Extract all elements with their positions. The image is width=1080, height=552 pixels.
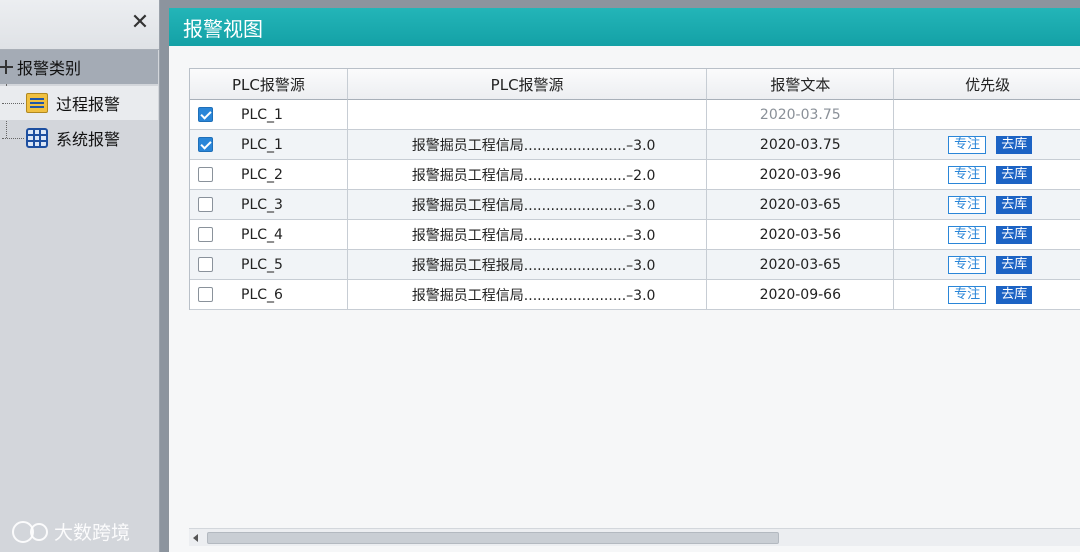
cell-date: 2020-03-96 <box>707 160 895 190</box>
cell-priority: 专注 去库 <box>894 190 1080 220</box>
source-text: PLC_2 <box>241 166 283 183</box>
cell-priority <box>894 100 1080 130</box>
source-text: PLC_5 <box>241 256 283 273</box>
cell-date: 2020-03-65 <box>707 190 895 220</box>
focus-button[interactable]: 专注 <box>948 195 987 214</box>
table-row[interactable]: PLC_4 报警掘员工程信局.......................–3.0… <box>190 220 1080 250</box>
cell-source: PLC_1 <box>190 130 348 160</box>
scrollbar-thumb[interactable] <box>207 532 779 544</box>
column-header-priority[interactable]: 优先级 <box>894 69 1080 100</box>
focus-button[interactable]: 专注 <box>948 285 987 304</box>
column-header-source-2[interactable]: PLC报警源 <box>347 69 708 100</box>
expand-plus-icon[interactable] <box>0 60 13 74</box>
tree-branch-line <box>2 137 24 139</box>
table-row[interactable]: PLC_2 报警掘员工程信局.......................–2.0… <box>190 160 1080 190</box>
watermark: 大数跨境 <box>10 518 130 545</box>
tree-item-label: 过程报警 <box>56 95 121 114</box>
title-bar: 报警视图 <box>169 8 1080 46</box>
table-row[interactable]: PLC_3 报警掘员工程信局.......................–3.0… <box>190 190 1080 220</box>
scroll-left-arrow-icon[interactable] <box>193 534 198 542</box>
tree-panel-header: ✕ <box>0 0 159 50</box>
cell-priority: 专注 去库 <box>894 130 1080 160</box>
alarm-view-panel: 报警视图 PLC报警源 PLC报警源 报警文本 优先级 PLC_1 2020-03… <box>168 8 1080 552</box>
cell-date: 2020-03-56 <box>707 220 895 250</box>
go-button[interactable]: 去库 <box>996 165 1033 184</box>
row-checkbox[interactable] <box>198 287 213 302</box>
cell-alarm-text: 报警掘员工程信局.......................–3.0 <box>347 280 708 310</box>
tree-branch-line <box>2 102 24 104</box>
cell-date: 2020-03.75 <box>707 100 895 130</box>
focus-button[interactable]: 专注 <box>948 135 987 154</box>
cell-priority: 专注 去库 <box>894 250 1080 280</box>
source-text: PLC_3 <box>241 196 283 213</box>
watermark-text: 大数跨境 <box>54 522 131 544</box>
table-header: PLC报警源 PLC报警源 报警文本 优先级 <box>190 69 1080 100</box>
row-checkbox[interactable] <box>198 257 213 272</box>
table-row[interactable]: PLC_6 报警掘员工程信局.......................–3.0… <box>190 280 1080 310</box>
cell-priority: 专注 去库 <box>894 220 1080 250</box>
cell-alarm-text: 报警掘员工程信局.......................–2.0 <box>347 160 708 190</box>
watermark-logo-icon <box>10 519 50 545</box>
focus-button[interactable]: 专注 <box>948 225 987 244</box>
table-row[interactable]: PLC_1 报警掘员工程信局.......................–3.0… <box>190 130 1080 160</box>
cell-source: PLC_3 <box>190 190 348 220</box>
source-text: PLC_1 <box>241 106 283 123</box>
tree-item-process-alarm[interactable]: 过程报警 <box>0 86 158 120</box>
horizontal-scrollbar[interactable] <box>189 528 1080 546</box>
source-text: PLC_1 <box>241 136 283 153</box>
row-checkbox[interactable] <box>198 107 213 122</box>
focus-button[interactable]: 专注 <box>948 255 987 274</box>
tree-item-system-alarm[interactable]: 系统报警 <box>0 121 158 155</box>
go-button[interactable]: 去库 <box>996 135 1033 154</box>
cell-source: PLC_1 <box>190 100 348 130</box>
cell-source: PLC_4 <box>190 220 348 250</box>
source-text: PLC_4 <box>241 226 283 243</box>
cell-source: PLC_2 <box>190 160 348 190</box>
cell-alarm-text: 报警掘员工程信局.......................–3.0 <box>347 220 708 250</box>
cell-alarm-text: 报警掘员工程报局.......................–3.0 <box>347 250 708 280</box>
cell-priority: 专注 去库 <box>894 160 1080 190</box>
close-icon[interactable]: ✕ <box>129 12 151 34</box>
tree-item-label: 系统报警 <box>56 130 121 149</box>
go-button[interactable]: 去库 <box>996 195 1033 214</box>
row-checkbox[interactable] <box>198 197 213 212</box>
cell-priority: 专注 去库 <box>894 280 1080 310</box>
go-button[interactable]: 去库 <box>996 285 1033 304</box>
cell-alarm-text <box>347 100 708 130</box>
tree-root-label: 报警类别 <box>17 59 82 78</box>
source-text: PLC_6 <box>241 286 283 303</box>
cell-date: 2020-03.75 <box>707 130 895 160</box>
cell-alarm-text: 报警掘员工程信局.......................–3.0 <box>347 190 708 220</box>
go-button[interactable]: 去库 <box>996 255 1033 274</box>
alarm-tree-panel: ✕ 报警类别 过程报警 系统报警 大数跨境 <box>0 0 160 552</box>
cell-date: 2020-03-65 <box>707 250 895 280</box>
row-checkbox[interactable] <box>198 227 213 242</box>
grid-table-icon <box>26 128 48 148</box>
go-button[interactable]: 去库 <box>996 225 1033 244</box>
page-title: 报警视图 <box>183 16 263 41</box>
row-checkbox[interactable] <box>198 167 213 182</box>
column-header-source[interactable]: PLC报警源 <box>190 69 348 100</box>
document-list-icon <box>26 93 48 113</box>
alarm-table: PLC报警源 PLC报警源 报警文本 优先级 PLC_1 2020-03.75 PL… <box>189 68 1080 310</box>
cell-alarm-text: 报警掘员工程信局.......................–3.0 <box>347 130 708 160</box>
table-row[interactable]: PLC_5 报警掘员工程报局.......................–3.0… <box>190 250 1080 280</box>
row-checkbox[interactable] <box>198 137 213 152</box>
cell-date: 2020-09-66 <box>707 280 895 310</box>
focus-button[interactable]: 专注 <box>948 165 987 184</box>
tree-root-alarm-category[interactable]: 报警类别 <box>0 50 158 84</box>
column-header-alarm-text[interactable]: 报警文本 <box>707 69 895 100</box>
cell-source: PLC_5 <box>190 250 348 280</box>
cell-source: PLC_6 <box>190 280 348 310</box>
table-row[interactable]: PLC_1 2020-03.75 <box>190 100 1080 130</box>
